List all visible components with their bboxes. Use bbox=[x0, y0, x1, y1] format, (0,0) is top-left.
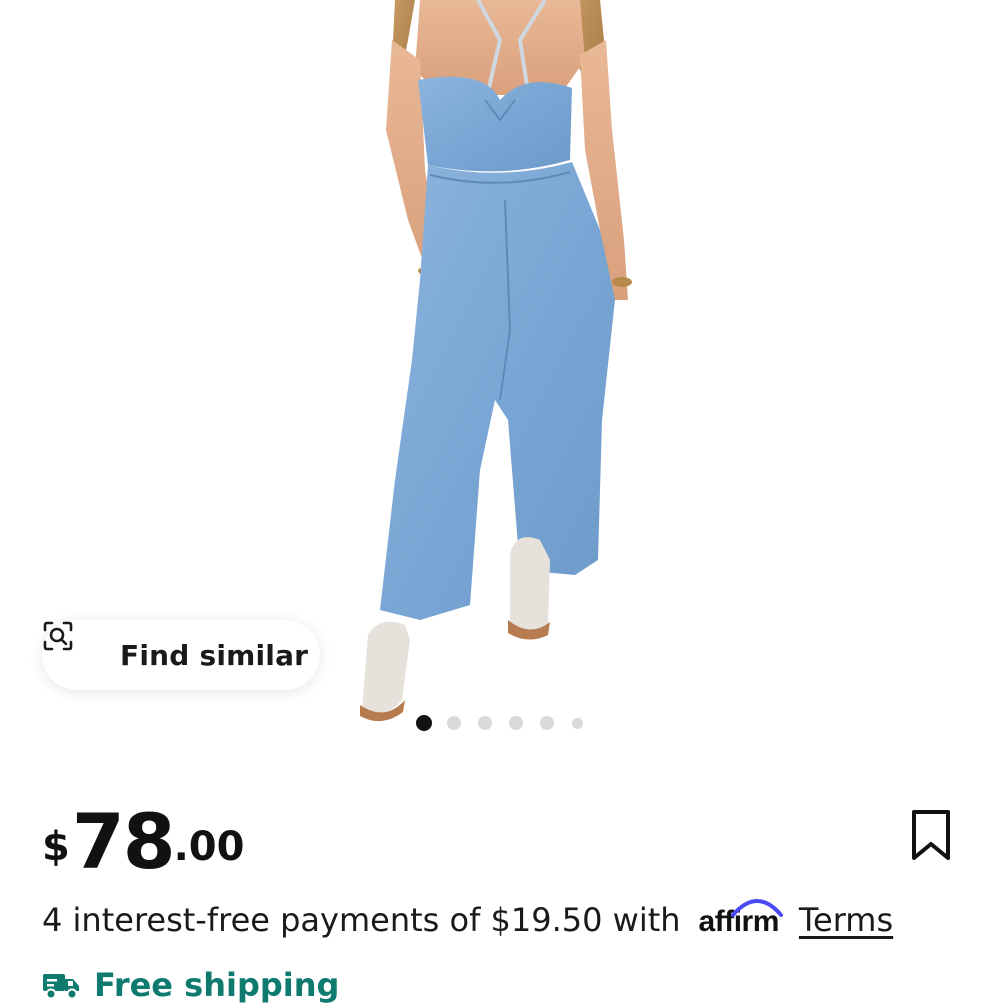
free-shipping-label: Free shipping bbox=[94, 966, 340, 1004]
gallery-dot[interactable] bbox=[447, 716, 461, 730]
product-price: $ 78 .00 bbox=[42, 790, 244, 880]
affirm-arc-icon bbox=[730, 899, 783, 917]
gallery-dot[interactable] bbox=[509, 716, 523, 730]
shipping-info: Free shipping bbox=[42, 962, 339, 1008]
bookmark-icon bbox=[912, 810, 950, 860]
gallery-pagination bbox=[0, 715, 1000, 731]
product-image-gallery[interactable]: Find similar bbox=[0, 0, 1000, 745]
gallery-dot[interactable] bbox=[540, 716, 554, 730]
gallery-dot-active[interactable] bbox=[416, 715, 432, 731]
price-currency: $ bbox=[42, 824, 70, 870]
gallery-dot[interactable] bbox=[478, 716, 492, 730]
gallery-dot[interactable] bbox=[572, 718, 583, 729]
find-similar-label: Find similar bbox=[120, 638, 309, 672]
installment-text: 4 interest-free payments of $19.50 with bbox=[42, 901, 681, 939]
affirm-logo: affirm bbox=[699, 899, 783, 939]
price-whole: 78 bbox=[71, 797, 176, 886]
installment-info: 4 interest-free payments of $19.50 with … bbox=[42, 896, 893, 944]
save-bookmark-button[interactable] bbox=[906, 808, 956, 864]
find-similar-button[interactable]: Find similar bbox=[42, 620, 320, 690]
scan-search-icon bbox=[43, 621, 106, 671]
price-cents: .00 bbox=[173, 824, 245, 870]
truck-icon bbox=[42, 970, 80, 1000]
terms-link[interactable]: Terms bbox=[799, 901, 893, 939]
